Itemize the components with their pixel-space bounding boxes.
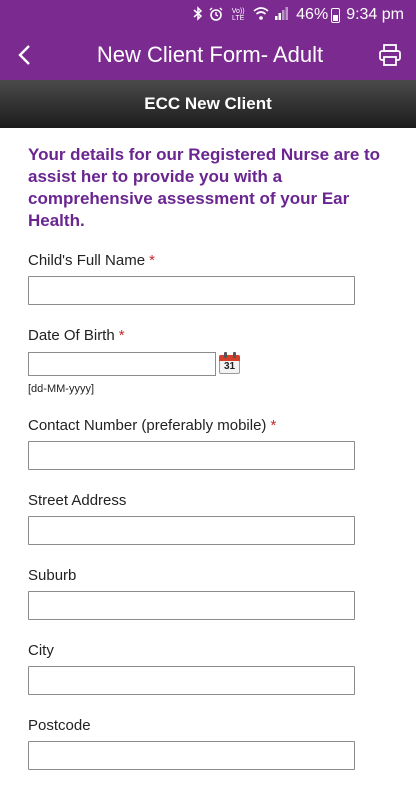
- field-label: Postcode: [28, 717, 91, 734]
- field-child-full-name: Child's Full Name *: [28, 252, 388, 305]
- back-button[interactable]: [0, 30, 48, 80]
- chevron-left-icon: [18, 45, 30, 65]
- date-of-birth-input[interactable]: [28, 352, 216, 376]
- postcode-input[interactable]: [28, 741, 355, 770]
- field-postcode: Postcode: [28, 717, 388, 770]
- form-intro: Your details for our Registered Nurse ar…: [28, 145, 381, 230]
- date-format-hint: [dd-MM-yyyy]: [28, 383, 94, 395]
- printer-icon: [379, 44, 401, 66]
- clock-time: 9:34 pm: [346, 6, 404, 23]
- calendar-icon[interactable]: 31: [217, 351, 243, 377]
- required-marker: *: [270, 417, 277, 434]
- field-label: Street Address: [28, 492, 127, 509]
- date-row: 31: [28, 351, 388, 377]
- child-full-name-input[interactable]: [28, 276, 355, 305]
- field-label: Date Of Birth *: [28, 327, 388, 344]
- print-button[interactable]: [364, 30, 416, 80]
- app-bar: New Client Form- Adult: [0, 30, 416, 80]
- field-city: City: [28, 642, 388, 695]
- street-address-input[interactable]: [28, 516, 355, 545]
- field-label-text: Date Of Birth: [28, 327, 115, 344]
- field-label: Suburb: [28, 567, 77, 584]
- volte-icon: Vo)) LTE: [231, 8, 245, 22]
- form-content: Your details for our Registered Nurse ar…: [0, 128, 416, 800]
- bluetooth-icon: [193, 6, 203, 24]
- field-label: Child's Full Name *: [28, 252, 388, 269]
- status-bar: Vo)) LTE 46% 9:34 pm: [0, 0, 416, 30]
- calendar-day: 31: [223, 361, 236, 372]
- field-suburb: Suburb: [28, 567, 388, 620]
- contact-number-input[interactable]: [28, 441, 355, 470]
- status-icons: Vo)) LTE: [193, 6, 289, 24]
- field-label-text: Child's Full Name: [28, 252, 146, 269]
- battery-percent: 46%: [296, 6, 329, 23]
- field-label: Contact Number (preferably mobile) *: [28, 417, 388, 434]
- required-marker: *: [118, 327, 125, 344]
- field-label: City: [28, 642, 54, 659]
- field-street-address: Street Address: [28, 492, 388, 545]
- suburb-input[interactable]: [28, 591, 355, 620]
- signal-icon: [275, 7, 289, 23]
- required-marker: *: [149, 252, 155, 269]
- field-date-of-birth: Date Of Birth * 31 [dd-MM-yyyy]: [28, 327, 388, 395]
- city-input[interactable]: [28, 666, 355, 695]
- field-label-text: Contact Number (preferably mobile): [28, 417, 267, 434]
- alarm-icon: [209, 7, 223, 24]
- battery-icon: [331, 7, 341, 23]
- page-title: New Client Form- Adult: [96, 42, 324, 67]
- field-contact-number: Contact Number (preferably mobile) *: [28, 417, 388, 470]
- battery-indicator: 46%: [296, 6, 341, 24]
- section-header: ECC New Client: [0, 80, 416, 128]
- wifi-icon: [253, 7, 269, 23]
